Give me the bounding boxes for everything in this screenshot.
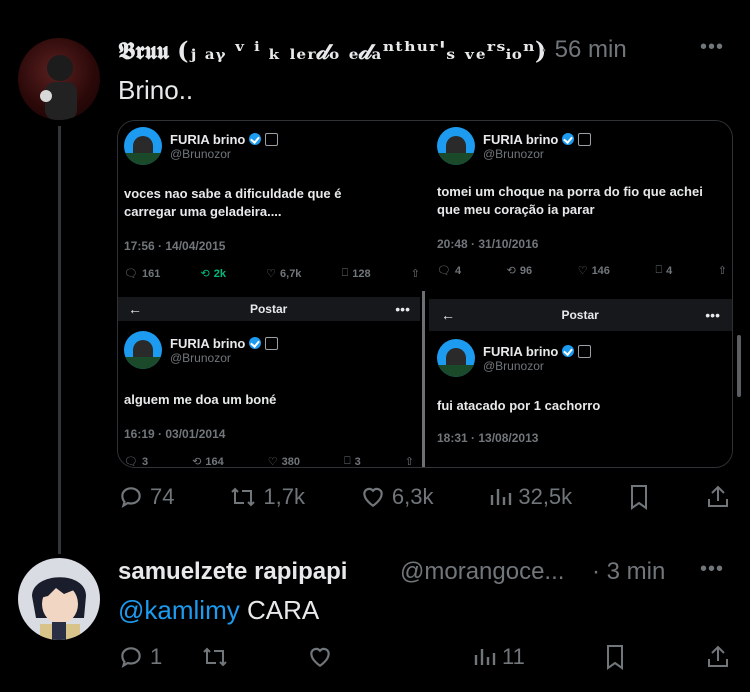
- bookmark-icon: [631, 485, 648, 510]
- tweet-like-count: ♡ 380: [267, 455, 300, 468]
- like-button[interactable]: [307, 644, 333, 670]
- tweet-text: alguem me doa um boné: [124, 392, 277, 407]
- verified-badge-icon: [562, 133, 575, 145]
- reply-button[interactable]: 74: [118, 484, 174, 510]
- bookmark-button[interactable]: [627, 484, 651, 510]
- share-button[interactable]: [706, 484, 730, 510]
- more-options-icon[interactable]: •••: [700, 558, 724, 581]
- share-icon: ⇧: [717, 265, 727, 277]
- reply-count: 1: [150, 644, 163, 669]
- tweet-like-count: ♡ 146: [577, 264, 610, 278]
- bookmark-button[interactable]: [603, 644, 627, 670]
- avatar[interactable]: [18, 38, 100, 120]
- tweet-author-name: FURIA brino: [170, 131, 246, 147]
- tweet-reply-count: 🗨︎ 3: [124, 455, 149, 468]
- tweet-date: 18:31 · 13/08/2013: [437, 431, 539, 445]
- scrollbar[interactable]: [737, 335, 741, 397]
- retweet-button[interactable]: [201, 644, 229, 670]
- post-timestamp[interactable]: · 56 min: [540, 36, 627, 64]
- grid-divider-vertical: [422, 291, 425, 467]
- tweet-handle: @Brunozor: [170, 350, 231, 365]
- retweet-button[interactable]: 1,7k: [229, 484, 305, 510]
- media-image-1[interactable]: FURIA brino @Brunozor voces nao sabe a d…: [118, 121, 423, 293]
- share-icon: [707, 485, 728, 507]
- reply-count: 74: [150, 484, 175, 509]
- tweet-date: 17:56 · 14/04/2015: [124, 239, 226, 253]
- media-image-4[interactable]: ← Postar ••• FURIA brino @Brunozor fui a…: [429, 297, 732, 467]
- views-count: 11: [501, 644, 525, 669]
- tweet-avatar: [124, 127, 162, 165]
- tweet-bookmark-count: ⎕ 3: [344, 455, 361, 467]
- post-author-name[interactable]: 𝕭𝖗𝖚𝖚 (ⱼ ₐᵧ ᵛ ⁱ ₖ ₗₑᵣ𝒹ₒ ₑ𝒹ₐⁿᵗʰᵘʳ'ₛ ᵥₑʳˢᵢₒ…: [118, 36, 546, 65]
- more-options-icon: •••: [705, 307, 720, 323]
- views-button[interactable]: 11: [472, 644, 525, 670]
- post-text: Brino..: [118, 75, 194, 105]
- tweet-retweet-count: ⟲ 164: [192, 455, 224, 468]
- tweet-retweet-count: ⟲ 2k: [200, 267, 226, 281]
- tweet-reply-count: 🗨︎ 4: [437, 264, 462, 278]
- share-icon: ⇧: [404, 456, 414, 467]
- tweet-bookmark-count: ⎕ 128: [341, 267, 371, 280]
- tweet-avatar: [437, 339, 475, 377]
- post-author-handle[interactable]: @morangoce...: [400, 558, 564, 586]
- tweet-handle: @Brunozor: [483, 146, 544, 161]
- tweet-reply-count: 🗨︎ 161: [124, 267, 161, 281]
- affiliate-badge-icon: [578, 344, 592, 358]
- like-button[interactable]: 6,3k: [360, 484, 434, 510]
- views-button[interactable]: 32,5k: [488, 484, 572, 510]
- share-icon: ⇧: [410, 268, 420, 280]
- tweet-avatar: [124, 331, 162, 369]
- reply-icon: [121, 647, 141, 669]
- tweet-avatar: [437, 127, 475, 165]
- like-count: 6,3k: [391, 484, 434, 509]
- reply-button[interactable]: 1: [118, 644, 162, 670]
- share-button[interactable]: [706, 644, 730, 670]
- tweet-author-name: FURIA brino: [483, 131, 559, 147]
- affiliate-badge-icon: [578, 132, 592, 146]
- tweet-handle: @Brunozor: [170, 146, 231, 161]
- more-options-icon[interactable]: •••: [700, 36, 724, 59]
- bookmark-icon: [607, 645, 624, 670]
- retweet-icon: [231, 487, 256, 507]
- tweet-date: 20:48 · 31/10/2016: [437, 237, 539, 251]
- tweet-date: 16:19 · 03/01/2014: [124, 427, 226, 441]
- tweet-retweet-count: ⟲ 96: [506, 264, 533, 278]
- tweet-text: tomei um choque na porra do fio que ache…: [437, 184, 703, 217]
- back-arrow-icon: ←: [128, 301, 142, 317]
- post-text: CARA: [246, 595, 320, 625]
- post-author-name[interactable]: samuelzete rapipapi: [118, 558, 347, 586]
- post-timestamp[interactable]: · 3 min: [592, 558, 665, 586]
- back-arrow-icon: ←: [441, 307, 455, 323]
- screen-title: Postar: [249, 302, 288, 316]
- more-options-icon: •••: [395, 301, 410, 317]
- screen-title: Postar: [561, 308, 599, 322]
- heart-icon: [363, 487, 383, 507]
- media-image-3[interactable]: ← Postar ••• FURIA brino @Brunozor algue…: [118, 297, 420, 467]
- reply-icon: [121, 487, 141, 509]
- tweet-like-count: ♡ 6,7k: [266, 267, 302, 281]
- retweet-icon: [203, 647, 227, 667]
- mention-link[interactable]: @kamlimy: [118, 595, 240, 625]
- media-grid[interactable]: FURIA brino @Brunozor voces nao sabe a d…: [117, 120, 733, 468]
- views-count: 32,5k: [518, 484, 573, 509]
- affiliate-badge-icon: [265, 132, 279, 146]
- heart-icon: [310, 647, 331, 667]
- views-chart-icon: [491, 489, 512, 505]
- tweet-text: fui atacado por 1 cachorro: [437, 398, 601, 413]
- views-chart-icon: [474, 649, 496, 665]
- tweet-author-name: FURIA brino: [483, 343, 559, 359]
- tweet-handle: @Brunozor: [483, 358, 544, 373]
- share-icon: [707, 645, 728, 667]
- thread-connector-line: [58, 126, 61, 554]
- retweet-count: 1,7k: [263, 484, 305, 509]
- tweet-text: voces nao sabe a dificuldade que é carre…: [124, 186, 342, 219]
- media-image-2[interactable]: FURIA brino @Brunozor tomei um choque na…: [429, 121, 732, 293]
- affiliate-badge-icon: [265, 336, 279, 350]
- verified-badge-icon: [249, 133, 262, 145]
- tweet-bookmark-count: ⎕ 4: [655, 264, 673, 277]
- tweet-author-name: FURIA brino: [170, 335, 246, 351]
- verified-badge-icon: [562, 345, 575, 357]
- avatar[interactable]: [18, 558, 100, 640]
- verified-badge-icon: [249, 337, 262, 349]
